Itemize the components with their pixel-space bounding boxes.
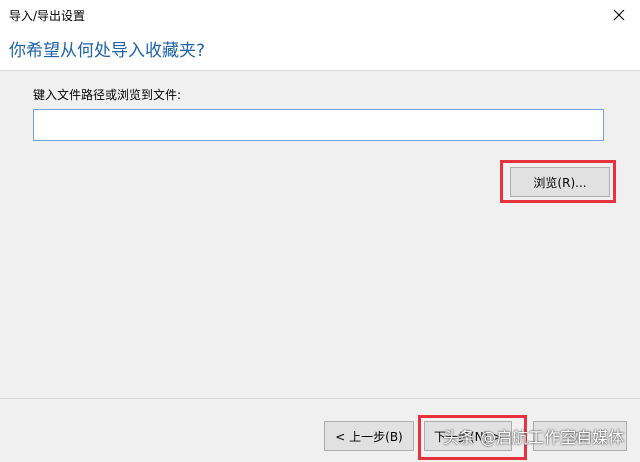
- back-button[interactable]: < 上一步(B): [324, 421, 414, 451]
- window-title: 导入/导出设置: [9, 9, 86, 23]
- file-path-input[interactable]: [33, 109, 604, 141]
- close-icon: [613, 9, 625, 21]
- close-button[interactable]: [598, 0, 640, 30]
- next-button[interactable]: 下一步(N) >: [424, 421, 512, 451]
- cancel-button[interactable]: 取消: [533, 421, 627, 451]
- title-bar: 导入/导出设置: [0, 0, 640, 30]
- path-label: 键入文件路径或浏览到文件:: [33, 88, 182, 102]
- wizard-footer: < 上一步(B) 下一步(N) > 取消 头条 @启航工作室自媒体: [0, 399, 640, 462]
- browse-button[interactable]: 浏览(R)...: [510, 167, 610, 197]
- page-heading: 你希望从何处导入收藏夹?: [9, 41, 206, 61]
- wizard-content: 键入文件路径或浏览到文件: 浏览(R)...: [0, 71, 640, 398]
- wizard-header: 你希望从何处导入收藏夹?: [0, 30, 640, 70]
